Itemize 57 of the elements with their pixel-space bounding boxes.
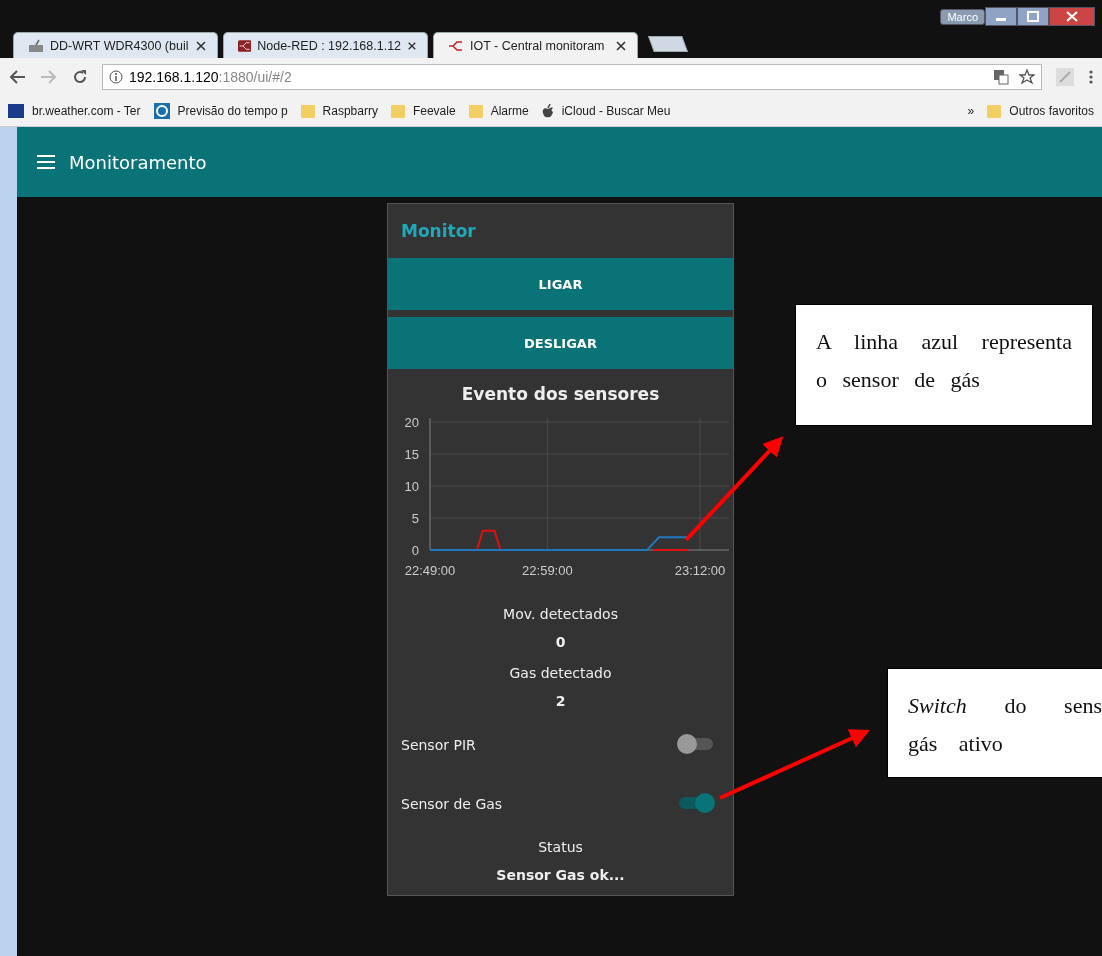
flow-icon [448, 39, 464, 52]
chart-title: Evento dos sensores [460, 383, 661, 406]
status-value: Sensor Gas ok... [495, 866, 626, 885]
address-field[interactable]: 192.168.1.120:1880/ui/#/2 [102, 64, 1042, 90]
back-icon[interactable] [8, 69, 26, 85]
status-label: Status [537, 838, 584, 857]
translate-icon[interactable] [993, 69, 1009, 85]
folder-icon [468, 104, 483, 118]
app-title: Monitoramento [69, 151, 207, 173]
y-tick-label: 10 [404, 479, 419, 494]
y-tick-label: 15 [404, 447, 419, 462]
annotation-text: Switch do sens gás ativo [887, 668, 1102, 778]
folder-icon [300, 104, 315, 118]
maximize-icon[interactable] [1017, 7, 1049, 26]
switch-label: Sensor PIR [401, 736, 476, 753]
reload-icon[interactable] [72, 69, 88, 85]
apple-icon [541, 104, 554, 118]
y-tick-label: 5 [411, 511, 419, 526]
action-button[interactable]: LIGAR [388, 258, 733, 310]
annotation-text: A linha azul representa o sensor de gás [795, 304, 1093, 426]
switch-label: Sensor de Gas [401, 795, 503, 812]
browser-tab[interactable]: Node-RED : 192.168.1.12 [223, 32, 428, 58]
reading-label: Mov. detectados [502, 605, 619, 624]
close-icon[interactable] [1049, 7, 1095, 26]
bookmark[interactable]: iCloud - Buscar Meu [541, 104, 671, 118]
menu-icon[interactable] [37, 155, 55, 169]
action-button[interactable]: DESLIGAR [388, 317, 733, 369]
menu-icon[interactable] [1088, 69, 1094, 85]
close-icon[interactable] [195, 39, 207, 52]
reading-label: Gas detectado [508, 664, 613, 683]
close-icon[interactable] [615, 39, 627, 52]
x-tick-label: 22:49:00 [404, 563, 456, 578]
star-icon[interactable] [1019, 69, 1035, 85]
flow-icon [238, 38, 252, 53]
reading-value: 2 [554, 692, 567, 711]
folder-icon [987, 104, 1002, 118]
more-bookmarks-button[interactable]: » [967, 104, 975, 118]
new-tab-button[interactable] [648, 36, 688, 52]
folder-icon [390, 104, 405, 118]
circle-logo-icon [153, 103, 170, 119]
y-tick-label: 0 [411, 543, 419, 558]
bookmark[interactable]: Feevale [390, 104, 456, 118]
y-tick-label: 20 [404, 415, 419, 430]
bookmark-folder[interactable]: Outros favoritos [987, 104, 1094, 118]
bookmark[interactable]: Alarme [468, 104, 529, 118]
browser-tab[interactable]: DD-WRT WDR4300 (buil [13, 32, 218, 58]
info-icon [109, 70, 123, 84]
browser-tab[interactable]: IOT - Central monitoram [433, 32, 638, 58]
x-tick-label: 23:12:00 [674, 563, 726, 578]
x-tick-label: 22:59:00 [522, 563, 573, 578]
bookmark[interactable]: Raspbarry [300, 104, 378, 118]
reading-value: 0 [554, 633, 567, 652]
bookmark[interactable]: Previsão do tempo p [153, 103, 288, 119]
router-icon [28, 38, 44, 53]
bookmark[interactable]: br.weather.com - Ter [8, 104, 141, 118]
card-title: Monitor [400, 220, 477, 243]
minimize-icon[interactable] [985, 7, 1017, 26]
